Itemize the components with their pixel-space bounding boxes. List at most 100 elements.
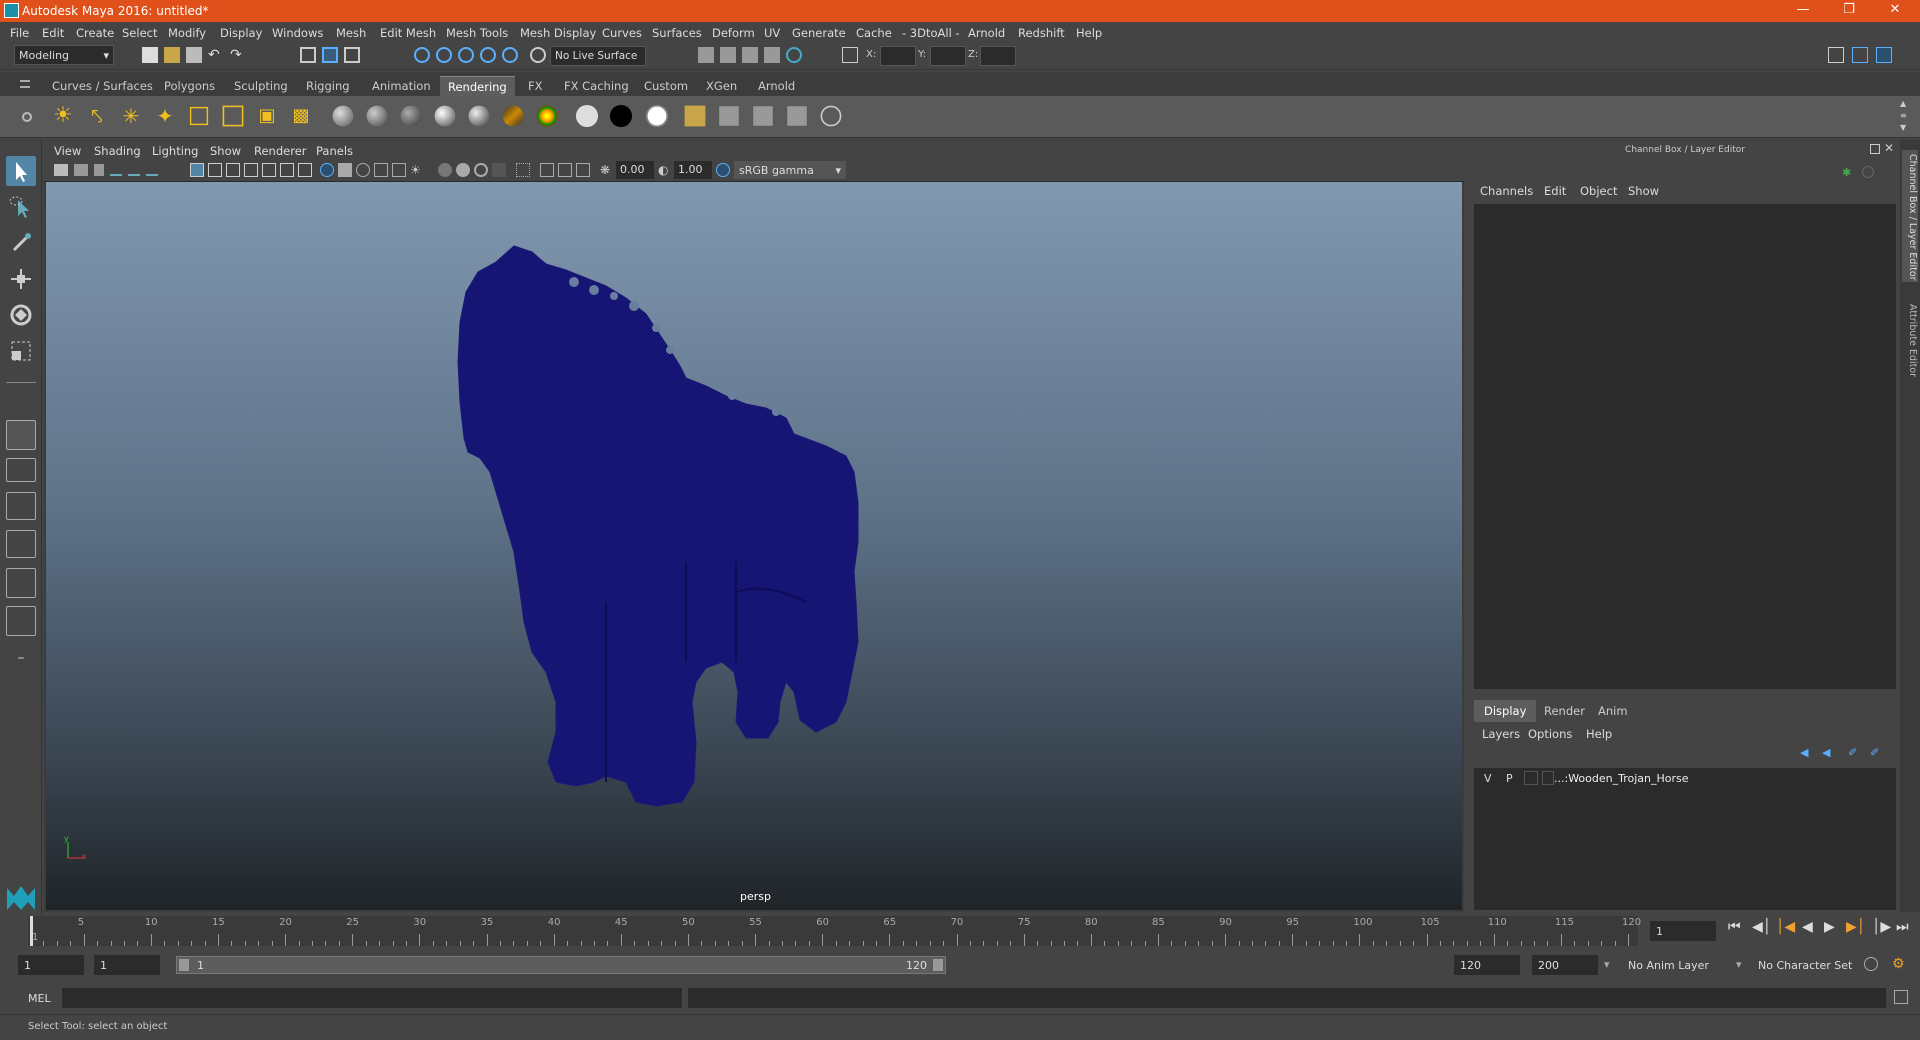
play-backwards-icon[interactable]: ◀: [1802, 919, 1813, 935]
color-management-icon[interactable]: [716, 163, 730, 177]
rotate-tool-icon[interactable]: [6, 300, 36, 330]
menu-windows[interactable]: Windows: [272, 26, 323, 40]
playback-start-field[interactable]: 1: [94, 955, 160, 975]
layer-menu-help[interactable]: Help: [1586, 727, 1612, 741]
panel-menu-renderer[interactable]: Renderer: [254, 144, 307, 158]
tab-fx[interactable]: FX: [520, 76, 551, 96]
snap-grid-icon[interactable]: [414, 47, 430, 63]
shadows-icon[interactable]: [456, 163, 470, 177]
side-tab-attribute-editor[interactable]: Attribute Editor: [1902, 300, 1918, 390]
two-pane-stacked-icon[interactable]: [6, 530, 36, 558]
move-layer-up-icon[interactable]: ◀: [1800, 746, 1808, 759]
live-surface-field[interactable]: No Live Surface: [550, 46, 646, 66]
snap-point-icon[interactable]: [458, 47, 474, 63]
use-background-icon[interactable]: [645, 104, 669, 128]
hypershade-shelf-icon[interactable]: [820, 105, 842, 127]
lasso-tool-icon[interactable]: [6, 192, 36, 222]
tab-rendering[interactable]: Rendering: [440, 76, 515, 96]
tab-fx-caching[interactable]: FX Caching: [556, 76, 637, 96]
mode-selector[interactable]: Modeling ▾: [14, 45, 114, 65]
cb-menu-object[interactable]: Object: [1580, 184, 1617, 198]
snap-curve-icon[interactable]: [436, 47, 452, 63]
menu-create[interactable]: Create: [76, 26, 114, 40]
panel-menu-show[interactable]: Show: [210, 144, 241, 158]
use-all-lights-icon[interactable]: [438, 163, 452, 177]
layer-menu-options[interactable]: Options: [1528, 727, 1572, 741]
tab-sculpting[interactable]: Sculpting: [226, 76, 296, 96]
wireframe-icon[interactable]: [320, 163, 334, 177]
render-current-icon[interactable]: [719, 106, 739, 126]
minimize-icon[interactable]: —: [1780, 0, 1826, 22]
menu-cache[interactable]: Cache: [856, 26, 892, 40]
select-hierarchy-icon[interactable]: [300, 47, 316, 63]
persp-graph-icon[interactable]: [6, 606, 36, 636]
exposure-icon[interactable]: ❋: [600, 163, 614, 177]
channel-box-toggle-icon[interactable]: [1876, 47, 1892, 63]
grid-toggle-icon[interactable]: [190, 163, 204, 177]
close-icon[interactable]: ✕: [1872, 0, 1918, 22]
film-gate-icon[interactable]: [208, 163, 222, 177]
paint-select-icon[interactable]: [6, 228, 36, 258]
chevron-down-icon[interactable]: ▾: [1736, 958, 1742, 971]
cb-menu-show[interactable]: Show: [1628, 184, 1659, 198]
current-frame-field[interactable]: 1: [1650, 921, 1716, 941]
save-scene-icon[interactable]: [186, 47, 202, 63]
camera-select-icon[interactable]: [54, 164, 68, 176]
float-panel-icon[interactable]: [1870, 144, 1880, 154]
camera-aim-icon[interactable]: ▩: [288, 103, 314, 129]
menu-deform[interactable]: Deform: [712, 26, 755, 40]
layer-playback-toggle[interactable]: P: [1506, 772, 1513, 785]
use-default-material-icon[interactable]: [356, 163, 370, 177]
volume-light-icon[interactable]: [222, 105, 244, 127]
animation-prefs-icon[interactable]: ⚙: [1892, 956, 1905, 972]
camera-icon[interactable]: ▣: [254, 103, 280, 129]
resolution-gate-icon[interactable]: [226, 163, 240, 177]
more-layouts-icon[interactable]: –: [6, 648, 36, 670]
panel-menu-panels[interactable]: Panels: [316, 144, 353, 158]
safe-title-icon[interactable]: [298, 163, 312, 177]
toggle-sidebar-icon[interactable]: [1852, 47, 1868, 63]
step-forward-key-icon[interactable]: ▶│: [1846, 919, 1865, 935]
channel-list[interactable]: [1474, 204, 1896, 689]
snap-view-icon[interactable]: [480, 47, 496, 63]
character-set-dropdown[interactable]: No Character Set: [1752, 955, 1862, 975]
layer-menu-layers[interactable]: Layers: [1482, 727, 1520, 741]
undo-icon[interactable]: ↶: [208, 47, 224, 63]
layer-row[interactable]: V P ...:Wooden_Trojan_Horse: [1474, 768, 1896, 788]
playback-end-field[interactable]: 120: [1454, 955, 1520, 975]
snap-surface-icon[interactable]: [502, 47, 518, 63]
menu-mesh[interactable]: Mesh: [336, 26, 366, 40]
perspective-viewport[interactable]: y x persp: [46, 182, 1462, 910]
channel-key-icon[interactable]: ✱: [1842, 166, 1854, 179]
mel-label[interactable]: MEL: [28, 992, 51, 1005]
xray-icon[interactable]: [392, 163, 406, 177]
time-ruler[interactable]: 1 5 10 15 20 25 30 35 40 45 50 55 60 65 70 75 80 85 90 95 10…: [28, 916, 1641, 946]
render-settings-icon[interactable]: [698, 47, 714, 63]
cb-menu-edit[interactable]: Edit: [1544, 184, 1566, 198]
render-view-shelf-icon[interactable]: [684, 105, 706, 127]
tab-layer-display[interactable]: Display: [1474, 700, 1537, 722]
step-forward-frame-icon[interactable]: │▶: [1872, 919, 1891, 935]
range-end-handle[interactable]: [933, 959, 943, 971]
field-chart-icon[interactable]: [262, 163, 276, 177]
auto-key-icon[interactable]: [1864, 957, 1878, 971]
menu-file[interactable]: File: [10, 26, 29, 40]
go-to-end-icon[interactable]: ⏭: [1896, 919, 1909, 935]
animation-start-field[interactable]: 1: [18, 955, 84, 975]
tab-rigging[interactable]: Rigging: [298, 76, 358, 96]
gate-mask-icon[interactable]: [244, 163, 258, 177]
redo-icon[interactable]: ↷: [230, 47, 246, 63]
colorspace-dropdown[interactable]: sRGB gamma ▾: [734, 161, 846, 179]
anim-layer-dropdown[interactable]: No Anim Layer: [1622, 955, 1734, 975]
blinn-material-icon[interactable]: [366, 105, 388, 127]
render-settings-shelf-icon[interactable]: [787, 106, 807, 126]
2d-pan-icon[interactable]: [128, 164, 140, 176]
go-to-start-icon[interactable]: ⏮: [1728, 919, 1741, 935]
menu-modify[interactable]: Modify: [168, 26, 206, 40]
current-time-marker[interactable]: [30, 916, 33, 946]
menu-arnold[interactable]: Arnold: [968, 26, 1005, 40]
area-light-icon[interactable]: [189, 106, 209, 126]
shelf-scroll-icon[interactable]: ▲ ≡ ▼: [1900, 98, 1907, 134]
make-live-icon[interactable]: [530, 47, 546, 63]
panel-menu-lighting[interactable]: Lighting: [152, 144, 198, 158]
